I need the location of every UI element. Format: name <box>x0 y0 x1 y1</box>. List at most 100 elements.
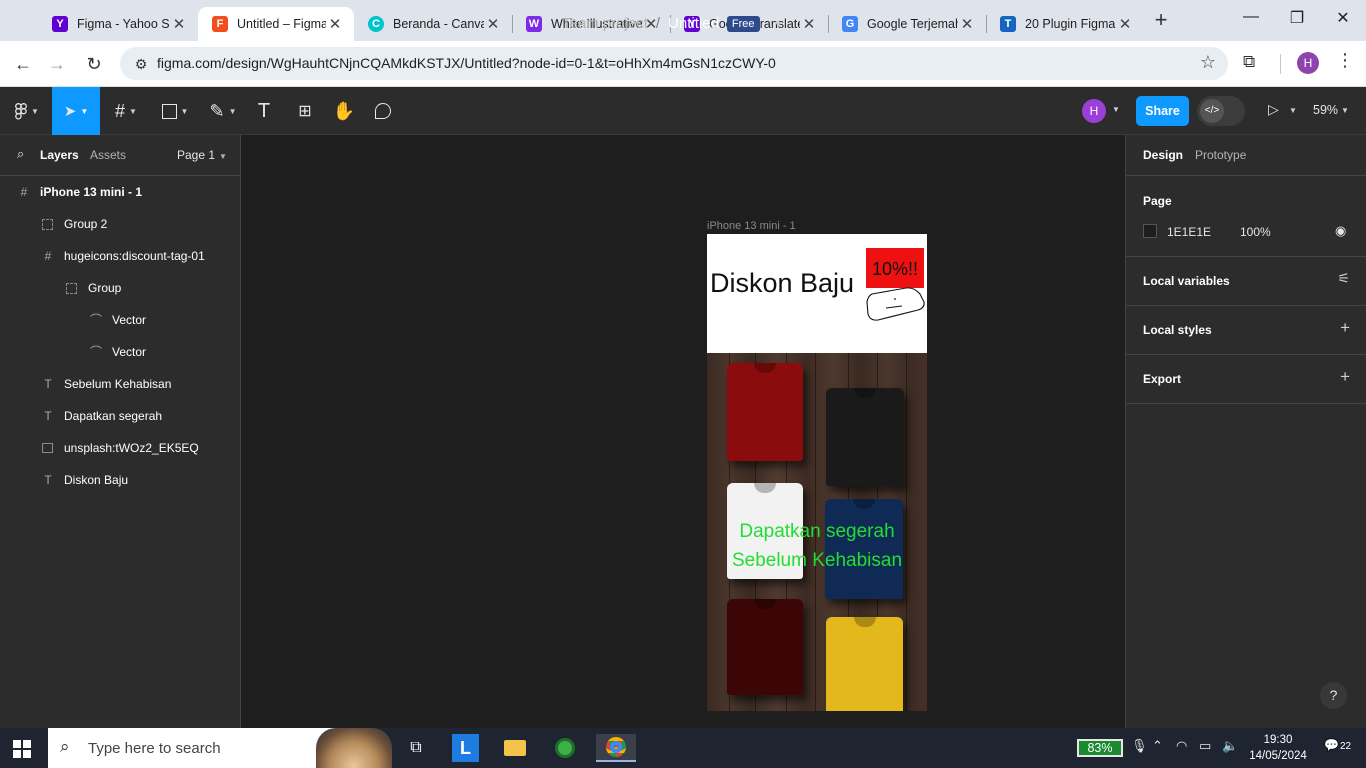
layer-row[interactable]: T Diskon Baju <box>0 464 240 496</box>
design-canvas[interactable]: iPhone 13 mini - 1 Diskon Baju 10%!! Dap… <box>241 135 1125 728</box>
add-icon[interactable]: + <box>1340 367 1350 387</box>
discount-tag-icon[interactable] <box>864 282 926 322</box>
profile-avatar[interactable]: H <box>1297 52 1319 74</box>
local-styles-section[interactable]: Local styles + <box>1126 306 1366 355</box>
eye-icon[interactable]: ◉ <box>1335 223 1346 239</box>
close-tab-icon[interactable]: ✕ <box>326 15 344 33</box>
frame-label[interactable]: iPhone 13 mini - 1 <box>707 220 796 232</box>
layer-name: Dapatkan segerah <box>64 409 163 423</box>
export-section[interactable]: Export + <box>1126 355 1366 404</box>
browser-tab[interactable]: G Google Terjemah ✕ <box>828 7 986 41</box>
frame-tool-button[interactable]: # ▼ <box>106 87 146 135</box>
title-text[interactable]: Diskon Baju <box>710 268 854 299</box>
page-color-swatch[interactable] <box>1143 224 1157 238</box>
help-button[interactable]: ? <box>1320 682 1347 709</box>
battery-indicator[interactable]: 83% <box>1077 739 1123 757</box>
figma-main-menu[interactable]: ▼ <box>8 87 46 135</box>
wifi-icon[interactable]: ◠ <box>1176 738 1187 754</box>
tshirts-photo[interactable]: Dapatkan segerah Sebelum Kehabisan <box>707 353 927 711</box>
browser-tab[interactable]: T 20 Plugin Figma ✕ <box>986 7 1144 41</box>
zoom-level[interactable]: 59% <box>1313 103 1338 117</box>
system-clock[interactable]: 19:30 14/05/2024 <box>1248 732 1308 764</box>
tab-design[interactable]: Design <box>1143 148 1183 162</box>
site-info-icon[interactable]: ⚙ <box>130 53 152 75</box>
layer-row[interactable]: Group <box>0 272 240 304</box>
layer-row[interactable]: ⌒ Vector <box>0 304 240 336</box>
variables-sliders-icon[interactable]: ⚟ <box>1337 270 1350 287</box>
layer-row[interactable]: # hugeicons:discount-tag-01 <box>0 240 240 272</box>
chevron-down-icon[interactable]: ▼ <box>1289 106 1297 115</box>
present-play-icon[interactable]: ▷ <box>1268 101 1279 118</box>
bookmark-star-icon[interactable]: ☆ <box>1200 52 1216 73</box>
layer-row[interactable]: ⌒ Vector <box>0 336 240 368</box>
reload-button[interactable]: ↻ <box>81 51 107 77</box>
browser-tab[interactable]: Y Figma - Yahoo S ✕ <box>38 7 198 41</box>
team-project-link[interactable]: Team project <box>562 15 648 32</box>
chevron-up-icon[interactable]: ⌃ <box>1152 738 1163 754</box>
page-selector[interactable]: Page 1 ▼ <box>177 148 227 162</box>
text-tool-button[interactable]: T <box>250 87 278 135</box>
restore-button[interactable]: ❐ <box>1274 8 1320 34</box>
extensions-icon[interactable]: ⧉ <box>1243 52 1255 72</box>
clock-time: 19:30 <box>1263 734 1293 746</box>
page-color-hex[interactable]: 1E1E1E <box>1167 225 1211 239</box>
search-highlight-image[interactable] <box>316 728 392 768</box>
share-button[interactable]: Share <box>1136 96 1189 126</box>
url-text[interactable]: figma.com/design/WgHauhtCNjnCQAMkdKSTJX/… <box>157 55 776 71</box>
notification-center-icon[interactable]: 💬22 <box>1324 738 1351 752</box>
green-browser-icon[interactable] <box>550 734 580 762</box>
taskbar-search-box[interactable]: ⌕ Type here to search <box>48 728 392 768</box>
local-variables-section[interactable]: Local variables ⚟ <box>1126 257 1366 306</box>
battery-icon[interactable]: ▭ <box>1199 738 1211 754</box>
new-tab-button[interactable]: + <box>1149 9 1173 32</box>
close-tab-icon[interactable]: ✕ <box>958 15 976 33</box>
close-window-button[interactable]: ✕ <box>1320 8 1366 34</box>
close-tab-icon[interactable]: ✕ <box>1116 15 1134 33</box>
chevron-down-icon[interactable]: ▼ <box>1112 105 1120 114</box>
tab-layers[interactable]: Layers <box>40 148 79 162</box>
task-view-icon[interactable]: ⧉ <box>401 734 431 762</box>
user-avatar[interactable]: H <box>1082 99 1106 123</box>
layer-row[interactable]: Group 2 <box>0 208 240 240</box>
layer-row[interactable]: T Sebelum Kehabisan <box>0 368 240 400</box>
layer-row[interactable]: unsplash:tWOz2_EK5EQ <box>0 432 240 464</box>
microphone-icon[interactable]: 🎙 <box>1131 738 1148 754</box>
page-opacity[interactable]: 100% <box>1240 225 1271 239</box>
search-icon[interactable]: ⌕ <box>17 146 24 162</box>
back-button[interactable]: ← <box>10 51 36 77</box>
chrome-icon[interactable] <box>596 734 636 762</box>
chevron-down-icon[interactable]: ▼ <box>1341 106 1349 115</box>
omnibox[interactable]: ⚙ figma.com/design/WgHauhtCNjnCQAMkdKSTJ… <box>120 47 1228 80</box>
shape-tool-button[interactable]: ▼ <box>155 87 195 135</box>
chrome-logo-shape <box>606 737 626 757</box>
hand-tool-button[interactable]: ✋ <box>329 87 359 135</box>
layer-row[interactable]: T Dapatkan segerah <box>0 400 240 432</box>
chevron-down-icon: ▼ <box>129 106 137 116</box>
close-tab-icon[interactable]: ✕ <box>170 15 188 33</box>
forward-button[interactable]: → <box>44 51 70 77</box>
move-tool-button[interactable]: ➤ ▼ <box>52 87 100 135</box>
pen-tool-button[interactable]: ✎ ▼ <box>203 87 243 135</box>
dev-mode-toggle[interactable]: </> <box>1197 96 1245 126</box>
iphone-frame[interactable]: Diskon Baju 10%!! Dapatkan segerah Sebel… <box>707 234 927 711</box>
comment-tool-button[interactable] <box>368 87 398 135</box>
black-tshirt <box>826 388 904 486</box>
file-name[interactable]: Untitled <box>668 15 719 32</box>
tab-assets[interactable]: Assets <box>90 148 126 162</box>
call-to-action-text[interactable]: Dapatkan segerah Sebelum Kehabisan <box>707 517 927 575</box>
file-explorer-icon[interactable] <box>500 734 530 762</box>
close-tab-icon[interactable]: ✕ <box>484 15 502 33</box>
browser-tab-active[interactable]: F Untitled – Figma ✕ <box>198 7 354 41</box>
close-tab-icon[interactable]: ✕ <box>800 15 818 33</box>
volume-icon[interactable]: 🔈 <box>1222 738 1238 754</box>
browser-menu-icon[interactable]: ⋮ <box>1336 50 1354 71</box>
tab-prototype[interactable]: Prototype <box>1195 148 1246 162</box>
l-app-icon[interactable]: L <box>452 734 479 762</box>
layer-row[interactable]: # iPhone 13 mini - 1 <box>0 176 240 208</box>
windows-start-button[interactable] <box>13 740 31 758</box>
minimize-button[interactable]: — <box>1228 8 1274 34</box>
chevron-down-icon[interactable]: ▼ <box>774 19 783 29</box>
add-icon[interactable]: + <box>1340 318 1350 338</box>
browser-tab[interactable]: C Beranda - Canva ✕ <box>354 7 512 41</box>
resources-tool-button[interactable]: ⊞ <box>290 87 320 135</box>
